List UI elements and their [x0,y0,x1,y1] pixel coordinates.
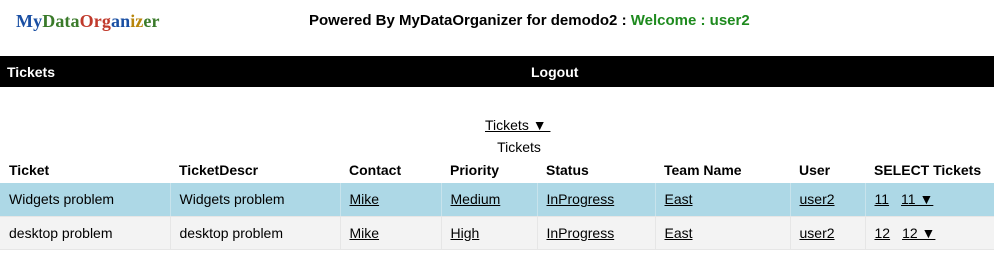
logo-letter: O [79,11,94,31]
logo-letter: a [70,11,80,31]
section-title: Tickets [497,139,541,155]
cell-status: InProgress [537,183,656,217]
select-ticket-menu-dropdown[interactable]: 12 ▼ [902,225,935,241]
powered-by-text: Powered By MyDataOrganizer for demodo2 : [309,12,627,29]
column-header-ticketdescr[interactable]: TicketDescr [170,156,340,183]
cell-team: East [655,183,791,217]
cell-ticket-descr: desktop problem [170,216,341,250]
app-logo: MyDataOrganizer [16,11,160,32]
status-link[interactable]: InProgress [547,225,615,241]
contact-link[interactable]: Mike [350,225,380,241]
cell-ticket: Widgets problem [0,183,171,217]
cell-team: East [655,216,791,250]
logo-letter: a [110,11,121,31]
column-header-select-tickets[interactable]: SELECT Tickets [865,156,994,183]
logo-letter: g [101,11,111,31]
cell-user: user2 [790,183,866,217]
tickets-view-dropdown[interactable]: Tickets ▼ [485,117,550,133]
table-header-row: Ticket TicketDescr Contact Priority Stat… [0,156,994,183]
logo-letter: D [42,11,56,31]
select-ticket-link[interactable]: 11 [875,191,890,207]
cell-status: InProgress [537,216,656,250]
cell-contact: Mike [340,183,442,217]
welcome-user-text: Welcome : user2 [630,12,750,29]
logo-letter: e [143,11,152,31]
priority-link[interactable]: Medium [451,191,501,207]
priority-link[interactable]: High [451,225,480,241]
logo-letter: r [151,11,160,31]
logo-letter: z [135,11,144,31]
cell-ticket: desktop problem [0,216,171,250]
logo-letter: n [120,11,131,31]
cell-priority: Medium [441,183,538,217]
user-link[interactable]: user2 [800,191,835,207]
column-header-contact[interactable]: Contact [340,156,441,183]
column-header-ticket[interactable]: Ticket [0,156,170,183]
team-link[interactable]: East [665,225,693,241]
team-link[interactable]: East [665,191,693,207]
table-row[interactable]: Widgets problem Widgets problem Mike Med… [0,183,994,217]
cell-select: 12 12 ▼ [865,216,994,250]
table-row[interactable]: desktop problem desktop problem Mike Hig… [0,216,994,250]
cell-select: 11 11 ▼ [865,183,994,217]
logo-letter: a [55,11,65,31]
column-header-team-name[interactable]: Team Name [655,156,790,183]
nav-tickets-link[interactable]: Tickets [7,64,55,80]
tickets-table: Ticket TicketDescr Contact Priority Stat… [0,156,994,250]
nav-logout-link[interactable]: Logout [531,64,578,80]
column-header-status[interactable]: Status [537,156,655,183]
contact-link[interactable]: Mike [350,191,380,207]
select-ticket-menu-dropdown[interactable]: 11 ▼ [901,191,933,207]
logo-letter: r [93,11,102,31]
select-ticket-link[interactable]: 12 [875,225,891,241]
cell-user: user2 [790,216,866,250]
cell-contact: Mike [340,216,442,250]
powered-by-banner: Powered By MyDataOrganizer for demodo2 :… [309,12,750,29]
user-link[interactable]: user2 [800,225,835,241]
column-header-user[interactable]: User [790,156,865,183]
cell-ticket-descr: Widgets problem [170,183,341,217]
logo-letter: y [33,11,43,31]
logo-letter: M [16,11,34,31]
column-header-priority[interactable]: Priority [441,156,537,183]
status-link[interactable]: InProgress [547,191,615,207]
cell-priority: High [441,216,538,250]
top-nav-bar: Tickets Logout [0,56,994,87]
